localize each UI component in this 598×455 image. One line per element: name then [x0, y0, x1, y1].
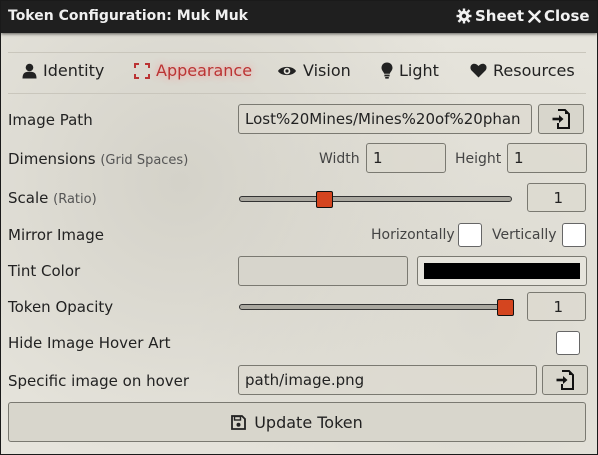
tab-label: Identity — [43, 61, 105, 80]
hover-image-input[interactable]: path/image.png — [238, 365, 537, 395]
save-icon — [231, 414, 247, 430]
slider-track — [239, 196, 512, 202]
close-icon — [528, 9, 541, 23]
width-label: Width — [319, 151, 360, 167]
update-token-button[interactable]: Update Token — [8, 402, 586, 442]
opacity-slider[interactable] — [239, 293, 514, 323]
slider-track — [239, 304, 512, 310]
lightbulb-icon — [381, 62, 393, 79]
slider-thumb[interactable] — [497, 299, 514, 316]
width-input[interactable]: 1 — [366, 143, 446, 173]
scale-value: 1 — [527, 183, 586, 212]
file-import-icon — [552, 109, 570, 129]
slider-thumb[interactable] — [316, 191, 333, 208]
image-path-label: Image Path — [8, 111, 93, 129]
scale-label: Scale (Ratio) — [8, 189, 97, 207]
opacity-value: 1 — [527, 292, 586, 321]
user-icon — [22, 63, 37, 79]
close-label: Close — [544, 7, 590, 25]
hover-image-label: Specific image on hover — [8, 372, 190, 390]
expand-icon — [134, 62, 150, 79]
tint-color-picker[interactable] — [417, 256, 587, 286]
mirror-vertical-checkbox[interactable] — [562, 223, 586, 247]
height-input[interactable]: 1 — [507, 143, 587, 173]
mirror-horizontal-checkbox[interactable] — [458, 223, 482, 247]
vertically-label: Vertically — [492, 227, 557, 243]
eye-icon — [277, 64, 297, 78]
tab-identity[interactable]: Identity — [22, 61, 104, 80]
tab-label: Vision — [303, 61, 351, 80]
dimensions-label: Dimensions (Grid Spaces) — [8, 150, 188, 168]
tab-label: Light — [399, 61, 439, 80]
heart-icon — [470, 63, 487, 78]
tab-vision[interactable]: Vision — [277, 61, 351, 80]
tint-color-text-input[interactable] — [238, 256, 408, 286]
window-header[interactable]: Token Configuration: Muk Muk Sheet Close — [1, 1, 597, 33]
hide-hover-art-label: Hide Image Hover Art — [8, 334, 171, 352]
tab-label: Resources — [493, 61, 575, 80]
close-button[interactable]: Close — [528, 7, 590, 25]
token-opacity-label: Token Opacity — [8, 298, 114, 316]
hide-hover-art-checkbox[interactable] — [556, 331, 580, 355]
image-path-input[interactable]: Lost%20Mines/Mines%20of%20phan — [238, 104, 532, 134]
tab-appearance[interactable]: Appearance — [134, 61, 252, 80]
window-title: Token Configuration: Muk Muk — [8, 8, 248, 24]
tint-color-label: Tint Color — [8, 262, 81, 280]
image-path-file-picker[interactable] — [538, 104, 584, 134]
tab-resources[interactable]: Resources — [470, 61, 575, 80]
sheet-label: Sheet — [475, 7, 524, 25]
gear-icon — [456, 8, 472, 24]
tint-color-swatch — [424, 263, 580, 279]
scale-label-text: Scale — [8, 189, 49, 207]
tab-bar: Identity Appearance Vision Light Resourc… — [8, 52, 586, 94]
horizontally-label: Horizontally — [371, 227, 455, 243]
height-label: Height — [455, 151, 502, 167]
sheet-button[interactable]: Sheet — [456, 7, 524, 25]
mirror-image-label: Mirror Image — [8, 226, 104, 244]
dimensions-hint: (Grid Spaces) — [100, 153, 189, 168]
scale-slider[interactable] — [239, 185, 512, 215]
hover-image-file-picker[interactable] — [542, 365, 588, 395]
tab-light[interactable]: Light — [381, 61, 439, 80]
tab-label: Appearance — [156, 61, 253, 80]
file-import-icon — [556, 370, 574, 390]
token-config-window: Token Configuration: Muk Muk Sheet Close… — [0, 0, 598, 455]
update-token-label: Update Token — [254, 412, 363, 432]
dimensions-label-text: Dimensions — [8, 150, 96, 168]
scale-hint: (Ratio) — [53, 192, 97, 207]
